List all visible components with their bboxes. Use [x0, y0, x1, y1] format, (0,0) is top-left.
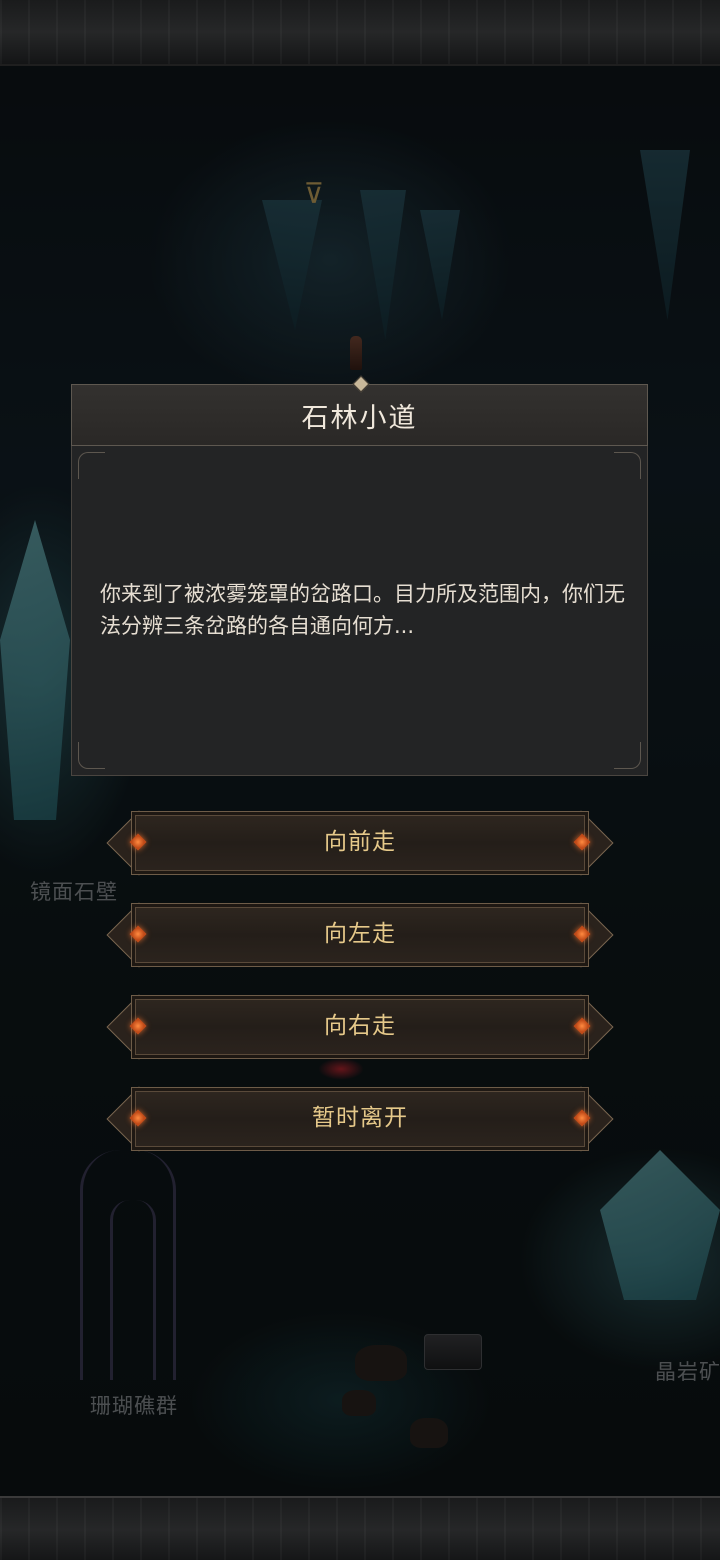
dialog-header: 石林小道	[71, 375, 648, 446]
dialog-description: 你来到了被浓雾笼罩的岔路口。目力所及范围内，你们无法分辨三条岔路的各自通向何方.…	[100, 582, 625, 638]
dim-overlay	[0, 64, 720, 1496]
bottom-frame	[0, 1496, 720, 1560]
dialog-title: 石林小道	[301, 402, 418, 434]
game-screen: ⊽ 镜面石壁 珊瑚礁群 晶岩矿 石林小道 你来到了被浓雾笼罩的岔路口。目力所及范…	[0, 0, 720, 1560]
corner-ornament	[78, 452, 105, 479]
corner-ornament	[614, 742, 641, 769]
event-dialog: 石林小道 你来到了被浓雾笼罩的岔路口。目力所及范围内，你们无法分辨三条岔路的各自…	[71, 375, 648, 777]
dialog-body: 你来到了被浓雾笼罩的岔路口。目力所及范围内，你们无法分辨三条岔路的各自通向何方.…	[71, 446, 648, 776]
choice-leave-button[interactable]: 暂时离开	[106, 1086, 614, 1152]
top-frame	[0, 0, 720, 66]
choice-go-forward-button[interactable]: 向前走	[106, 810, 614, 876]
choice-label: 向前走	[324, 829, 396, 855]
choice-go-right-button[interactable]: 向右走	[106, 994, 614, 1060]
corner-ornament	[614, 452, 641, 479]
choice-go-left-button[interactable]: 向左走	[106, 902, 614, 968]
choice-label: 向右走	[324, 1013, 396, 1039]
choice-label: 向左走	[324, 921, 396, 947]
corner-ornament	[78, 742, 105, 769]
choice-label: 暂时离开	[312, 1105, 408, 1131]
